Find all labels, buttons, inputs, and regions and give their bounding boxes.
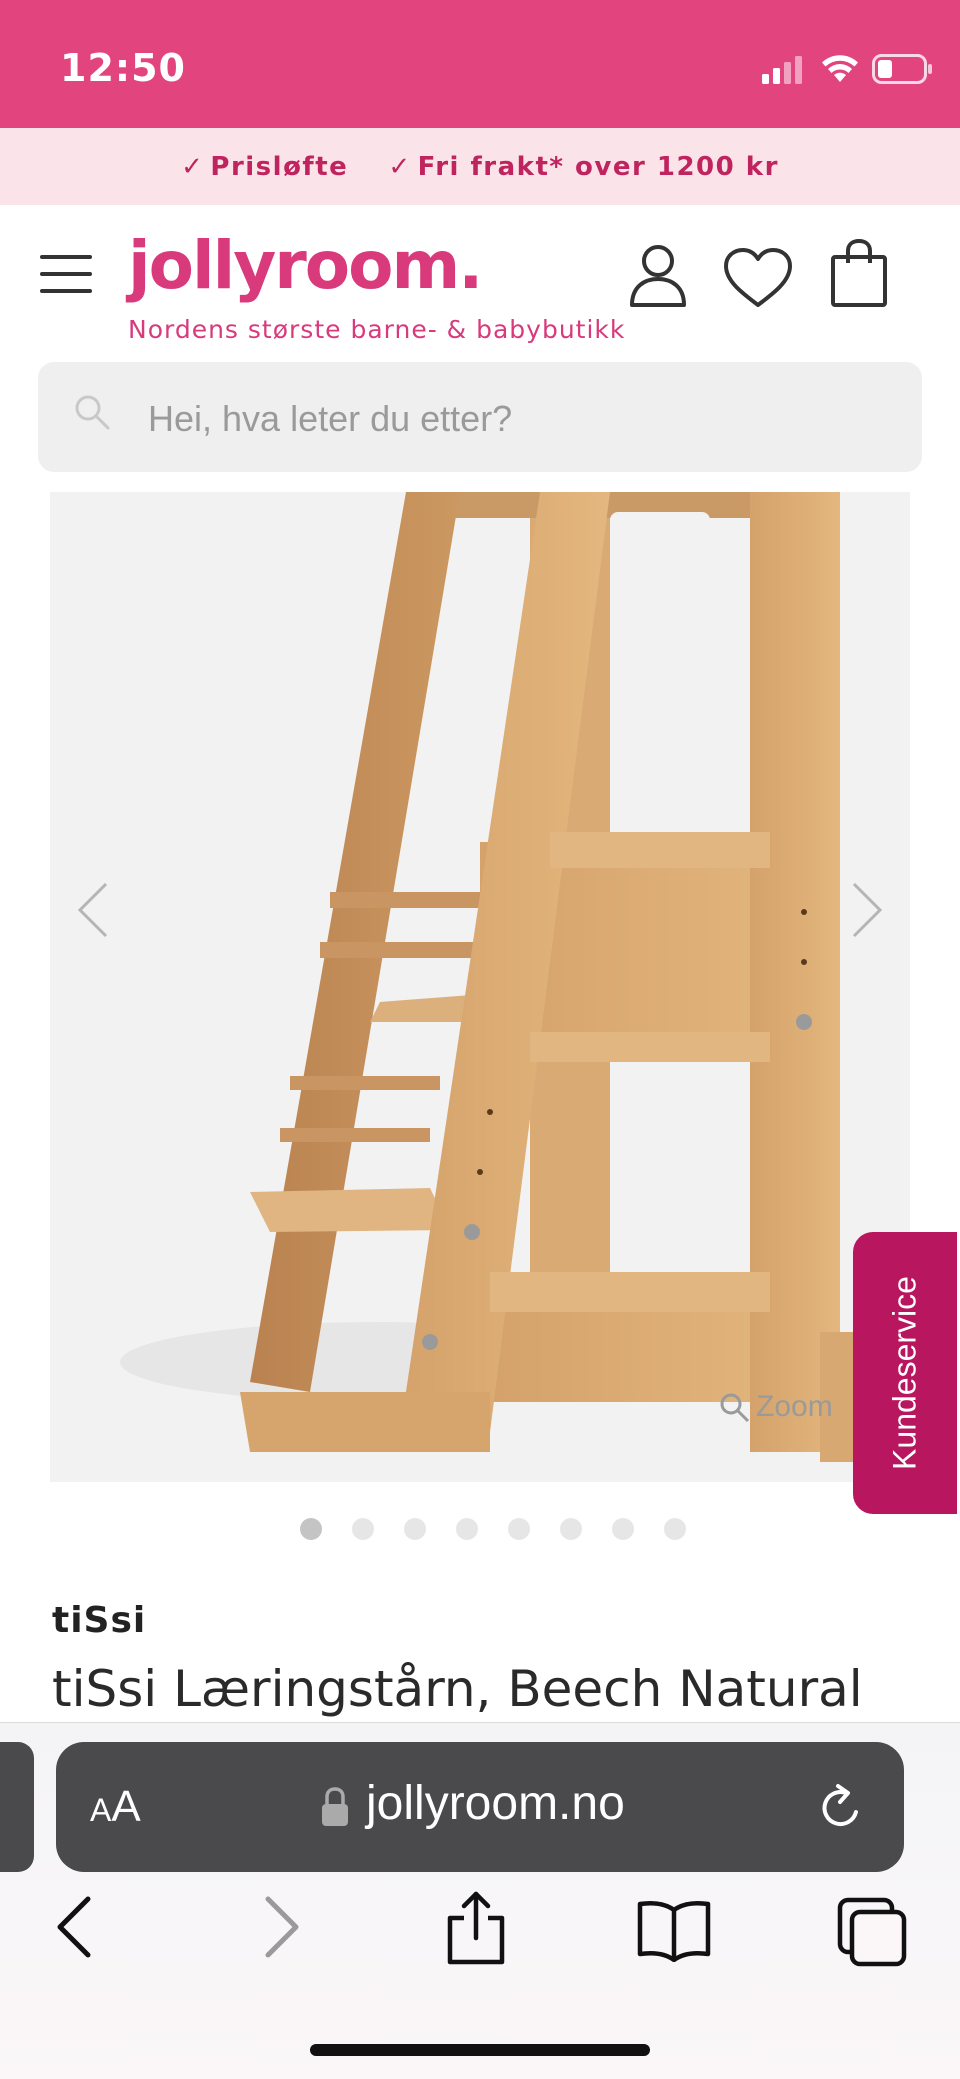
- chevron-left-icon[interactable]: [74, 880, 114, 940]
- back-icon[interactable]: [54, 1895, 94, 1959]
- product-brand[interactable]: tiSsi: [52, 1600, 146, 1641]
- share-icon[interactable]: [444, 1890, 508, 1966]
- hamburger-icon[interactable]: [40, 255, 92, 293]
- promo-bar: ✓ Prisløfte ✓ Fri frakt* over 1200 kr: [0, 128, 960, 205]
- kundeservice-label: Kundeservice: [886, 1276, 923, 1470]
- gallery-dot[interactable]: [612, 1518, 634, 1540]
- lock-icon: [322, 1787, 348, 1826]
- bookmarks-icon[interactable]: [636, 1898, 712, 1962]
- bag-icon[interactable]: [830, 239, 888, 309]
- status-bar: 12:50: [0, 0, 960, 128]
- reader-settings-button[interactable]: AA: [90, 1782, 141, 1832]
- search-input[interactable]: Hei, hva leter du etter?: [38, 362, 922, 472]
- gallery-dot[interactable]: [456, 1518, 478, 1540]
- gallery-dot[interactable]: [664, 1518, 686, 1540]
- url-domain: jollyroom.no: [366, 1777, 625, 1830]
- zoom-label: Zoom: [756, 1390, 833, 1423]
- home-indicator: [310, 2044, 650, 2056]
- battery-icon: [872, 54, 932, 84]
- heart-icon[interactable]: [722, 247, 794, 309]
- product-title: tiSsi Læringstårn, Beech Natural: [52, 1660, 863, 1718]
- tabs-icon[interactable]: [836, 1896, 908, 1968]
- check-icon: ✓: [388, 151, 412, 182]
- zoom-control[interactable]: Zoom: [718, 1390, 833, 1424]
- zoom-icon: [720, 1393, 750, 1423]
- check-icon: ✓: [181, 151, 205, 182]
- chevron-right-icon[interactable]: [846, 880, 886, 940]
- signal-icon: [762, 56, 802, 84]
- gallery-dot[interactable]: [508, 1518, 530, 1540]
- gallery-dot[interactable]: [404, 1518, 426, 1540]
- wifi-icon: [822, 55, 858, 82]
- user-icon[interactable]: [628, 243, 688, 307]
- forward-icon[interactable]: [262, 1895, 302, 1959]
- promo-item: ✓ Prisløfte: [181, 151, 349, 182]
- search-placeholder: Hei, hva leter du etter?: [148, 398, 513, 439]
- search-icon: [75, 395, 110, 430]
- gallery-dots: [300, 1518, 686, 1540]
- promo-item: ✓ Fri frakt* over 1200 kr: [388, 151, 779, 182]
- product-image[interactable]: [50, 492, 910, 1482]
- kundeservice-button[interactable]: Kundeservice: [853, 1232, 957, 1514]
- gallery-dot[interactable]: [560, 1518, 582, 1540]
- previous-tab-stub[interactable]: [0, 1742, 34, 1872]
- address-bar[interactable]: AA jollyroom.no: [56, 1742, 904, 1872]
- learning-tower-illustration: [120, 492, 870, 1462]
- tagline: Nordens største barne- & babybutikk: [128, 315, 626, 344]
- gallery-dot[interactable]: [300, 1518, 322, 1540]
- site-header: jollyroom. Nordens største barne- & baby…: [0, 205, 960, 355]
- reload-icon[interactable]: [816, 1782, 866, 1834]
- logo[interactable]: jollyroom.: [128, 227, 483, 304]
- status-time: 12:50: [60, 46, 186, 90]
- gallery-dot[interactable]: [352, 1518, 374, 1540]
